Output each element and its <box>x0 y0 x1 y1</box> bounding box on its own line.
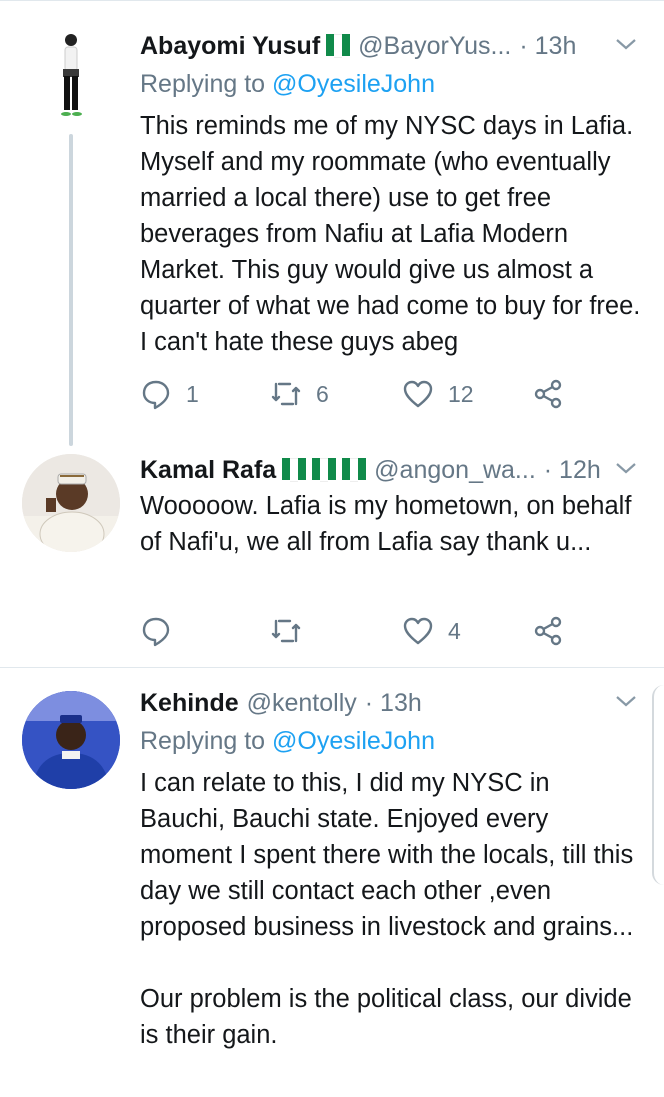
replying-to-label: Replying to <box>140 70 273 98</box>
retweet-icon <box>271 382 301 406</box>
tweet-header: Kamal Rafa @angon_wa... · 12h <box>140 450 624 490</box>
replying-to: Replying to @OyesileJohn <box>140 70 435 99</box>
like-count: 4 <box>448 617 461 644</box>
tweet-header: Kehinde @kentolly · 13h <box>140 683 624 723</box>
avatar[interactable] <box>22 691 120 789</box>
retweet-icon <box>271 619 301 643</box>
retweet-button[interactable] <box>270 611 316 651</box>
reply-button[interactable]: 1 <box>140 374 199 414</box>
retweet-count: 6 <box>316 380 329 407</box>
tweet-actions: 4 <box>140 611 580 651</box>
thread-line <box>69 134 73 446</box>
chevron-down-icon[interactable] <box>614 456 638 480</box>
tweet-2[interactable]: Kamal Rafa @angon_wa... · 12h Wooooow. L… <box>0 450 664 666</box>
share-button[interactable] <box>532 374 564 414</box>
nigeria-flag-icon <box>282 458 307 482</box>
like-icon <box>403 380 433 408</box>
nigeria-flag-icon <box>312 458 337 482</box>
nigeria-flag-icon <box>342 458 367 482</box>
share-icon <box>534 616 562 646</box>
tweet-actions: 1 6 12 <box>140 374 580 414</box>
nigeria-flag-icon <box>326 34 351 58</box>
reply-count: 1 <box>186 380 199 407</box>
avatar[interactable] <box>22 454 120 552</box>
tweet-3[interactable]: Kehinde @kentolly · 13h Replying to @Oye… <box>0 683 664 1097</box>
timestamp[interactable]: · 13h <box>365 689 422 718</box>
reply-icon <box>142 380 170 410</box>
tweet-text: This reminds me of my NYSC days in Lafia… <box>140 112 648 356</box>
top-border <box>0 0 664 1</box>
share-button[interactable] <box>532 611 564 651</box>
tweet-1[interactable]: Abayomi Yusuf @BayorYus... · 13h Replyin… <box>0 26 664 446</box>
reply-icon <box>142 617 170 647</box>
display-name[interactable]: Abayomi Yusuf <box>140 32 320 61</box>
display-name[interactable]: Kehinde <box>140 689 239 718</box>
avatar-image <box>22 454 120 552</box>
display-name[interactable]: Kamal Rafa <box>140 456 276 485</box>
scroll-indicator[interactable] <box>652 685 664 885</box>
replying-to: Replying to @OyesileJohn <box>140 727 435 756</box>
tweet-header: Abayomi Yusuf @BayorYus... · 13h <box>140 26 624 66</box>
like-button[interactable]: 4 <box>402 611 461 651</box>
avatar[interactable] <box>22 26 120 124</box>
replying-to-label: Replying to <box>140 727 273 755</box>
retweet-button[interactable]: 6 <box>270 374 329 414</box>
username[interactable]: @BayorYus... <box>358 32 511 61</box>
replying-to-link[interactable]: @OyesileJohn <box>272 727 435 755</box>
chevron-down-icon[interactable] <box>614 689 638 713</box>
chevron-down-icon[interactable] <box>614 32 638 56</box>
timestamp[interactable]: · 13h <box>519 32 576 61</box>
timestamp[interactable]: · 12h <box>544 456 601 485</box>
like-icon <box>403 617 433 645</box>
tweet-divider <box>0 667 664 668</box>
reply-button[interactable] <box>140 611 186 651</box>
like-button[interactable]: 12 <box>402 374 474 414</box>
tweet-text: I can relate to this, I did my NYSC in B… <box>140 769 634 1049</box>
share-icon <box>534 379 562 409</box>
like-count: 12 <box>448 380 474 407</box>
avatar-image <box>22 691 120 789</box>
tweet-text: Wooooow. Lafia is my hometown, on behalf… <box>140 492 639 556</box>
avatar-image <box>61 34 82 116</box>
replying-to-link[interactable]: @OyesileJohn <box>272 70 435 98</box>
username[interactable]: @angon_wa... <box>374 456 536 485</box>
username[interactable]: @kentolly <box>247 689 357 718</box>
